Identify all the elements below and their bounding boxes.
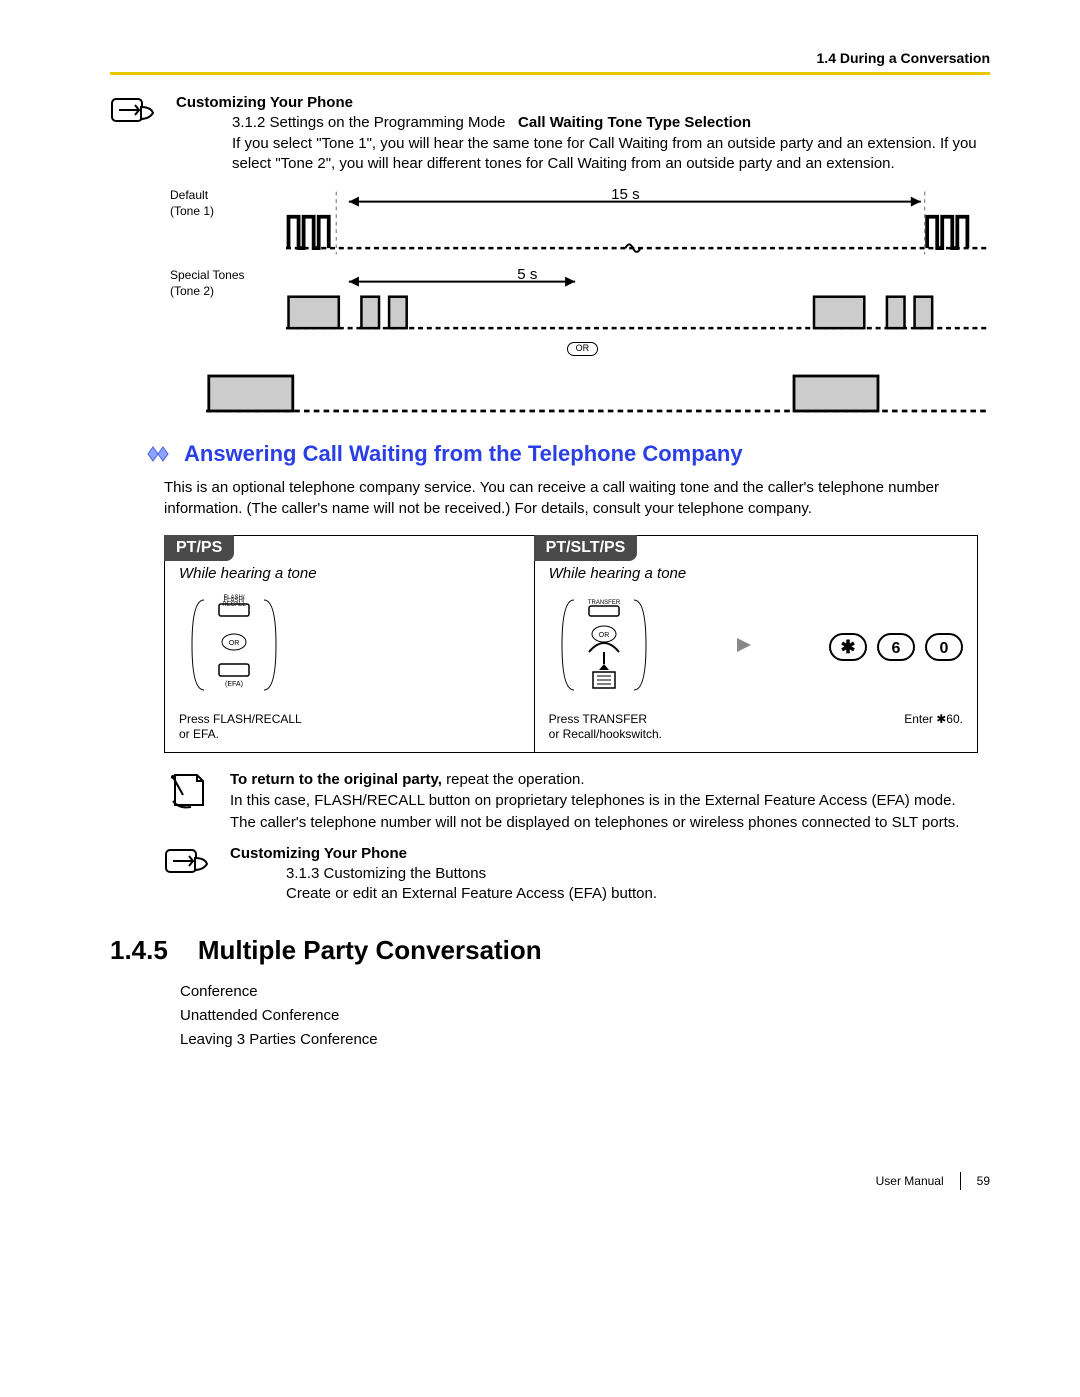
footer-separator [960, 1172, 961, 1190]
svg-text:(EFA): (EFA) [225, 681, 243, 688]
or-badge: OR [567, 342, 599, 356]
tone2-label-a: Special Tones [170, 268, 270, 284]
panel-right: PT/SLT/PS While hearing a tone TRANSFER … [535, 536, 977, 752]
svg-text:FLASH/: FLASH/ [223, 595, 244, 601]
answering-title: Answering Call Waiting from the Telephon… [184, 441, 743, 467]
panel-right-enter: Enter ✱60. [904, 712, 963, 727]
instruction-panel: PT/PS While hearing a tone FLASH/ FLASH/… [164, 535, 978, 753]
pointing-hand-icon [111, 93, 157, 174]
key-star-icon: ✱ [829, 633, 867, 661]
tone2-wave-b-icon [206, 348, 990, 418]
svg-text:15 s: 15 s [611, 188, 640, 203]
transfer-graphic-icon: TRANSFER OR [549, 592, 659, 702]
customizing-para: If you select "Tone 1", you will hear th… [232, 134, 990, 175]
panel-right-tab: PT/SLT/PS [534, 535, 638, 561]
key-6-icon: 6 [877, 633, 915, 661]
pointing-hand-icon [165, 844, 211, 905]
section-title: Multiple Party Conversation [198, 935, 542, 966]
bullet-item: Leaving 3 Parties Conference [180, 1028, 990, 1052]
customizing-ref-bold: Call Waiting Tone Type Selection [518, 114, 751, 131]
tone1-wave-icon: 15 s [286, 188, 990, 258]
answering-para: This is an optional telephone company se… [164, 477, 990, 519]
tone2-wave-a-icon: 5 s [286, 268, 990, 338]
panel-left-sub: While hearing a tone [165, 561, 534, 584]
svg-text:RECALL: RECALL [222, 602, 246, 608]
tone2-label-b: (Tone 2) [170, 284, 270, 300]
svg-text:5 s: 5 s [517, 268, 537, 283]
customizing2-line2: Create or edit an External Feature Acces… [286, 884, 990, 904]
panel-left-tab: PT/PS [164, 535, 234, 561]
footer-page: 59 [977, 1174, 990, 1188]
customizing-title-2: Customizing Your Phone [230, 844, 990, 864]
footer-label: User Manual [876, 1174, 944, 1188]
tone-figure: Default (Tone 1) 15 s [170, 188, 990, 423]
flash-recall-graphic-icon: FLASH/ FLASH/ RECALL OR (EFA) [179, 592, 289, 702]
svg-text:OR: OR [598, 632, 609, 639]
panel-left-caption-a: Press FLASH/RECALL [179, 712, 520, 727]
notes-line2: In this case, FLASH/RECALL button on pro… [230, 790, 978, 812]
bullet-item: Conference [180, 980, 990, 1004]
key-sequence: ✱ 6 0 [829, 633, 963, 661]
svg-text:0: 0 [940, 640, 949, 657]
header-rule [110, 72, 990, 75]
panel-left: PT/PS While hearing a tone FLASH/ FLASH/… [165, 536, 535, 752]
section-bullets: Conference Unattended Conference Leaving… [180, 980, 990, 1052]
panel-right-caption-b: or Recall/hookswitch. [549, 727, 662, 742]
arrow-right-icon [733, 634, 755, 659]
customizing-title-1: Customizing Your Phone [176, 93, 990, 113]
note-paper-icon [167, 769, 209, 834]
key-0-icon: 0 [925, 633, 963, 661]
section-1-4-5-heading: 1.4.5 Multiple Party Conversation [110, 935, 990, 966]
panel-left-caption-b: or EFA. [179, 727, 520, 742]
svg-text:OR: OR [229, 640, 240, 647]
notes-line1-bold: To return to the original party, [230, 771, 442, 788]
notes-line3: The caller's telephone number will not b… [230, 812, 978, 834]
svg-text:✱: ✱ [840, 637, 855, 657]
page-footer: User Manual 59 [110, 1172, 990, 1190]
bullet-item: Unattended Conference [180, 1004, 990, 1028]
answering-heading: Answering Call Waiting from the Telephon… [146, 441, 990, 467]
svg-text:6: 6 [892, 640, 901, 657]
panel-right-caption-a: Press TRANSFER [549, 712, 662, 727]
customizing-ref: 3.1.2 Settings on the Programming Mode [232, 114, 506, 131]
tone1-label-b: (Tone 1) [170, 204, 270, 220]
panel-right-sub: While hearing a tone [535, 561, 977, 584]
diamond-bullet-icon [146, 445, 174, 463]
breadcrumb: 1.4 During a Conversation [110, 50, 990, 66]
customizing-block-2: Customizing Your Phone 3.1.3 Customizing… [164, 844, 990, 905]
section-num: 1.4.5 [110, 935, 168, 966]
tone1-label-a: Default [170, 188, 270, 204]
svg-text:TRANSFER: TRANSFER [587, 600, 620, 606]
customizing-block-1: Customizing Your Phone 3.1.2 Settings on… [110, 93, 990, 174]
customizing2-line1: 3.1.3 Customizing the Buttons [286, 864, 990, 884]
notes-block: To return to the original party, repeat … [164, 769, 978, 834]
notes-line1-rest: repeat the operation. [442, 771, 585, 788]
